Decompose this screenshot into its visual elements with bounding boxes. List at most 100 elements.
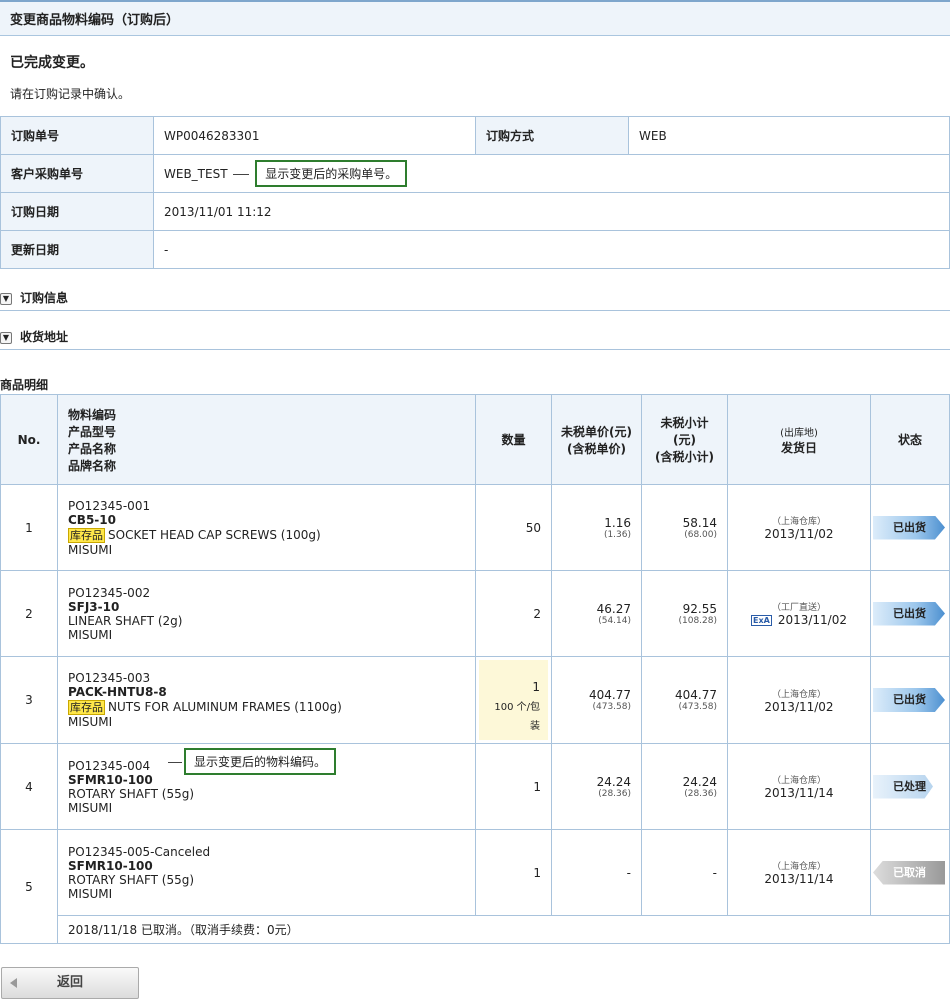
row-ship: （上海仓库） 2013/11/14 [727,829,871,916]
header-no: No. [0,394,58,485]
row-status: 已出货 [870,570,950,657]
row-ship: （上海仓库） 2013/11/02 [727,484,871,571]
brand-name: MISUMI [68,627,113,642]
product-model[interactable]: SFJ3-10 [68,600,465,614]
table-row: 2 PO12345-002 SFJ3-10 LINEAR SHAFT (2g) … [0,570,950,657]
subtotal-tax: (108.28) [678,615,717,626]
status-badge[interactable]: 已出货 [873,515,945,540]
unit-price-tax: (28.36) [598,788,631,799]
section-delivery-address[interactable]: ▼ 收货地址 [0,326,950,350]
brand-name: MISUMI [68,800,113,815]
status-badge[interactable]: 已取消 [873,860,945,885]
row-ship: （工厂直送） ExA 2013/11/02 [727,570,871,657]
back-button[interactable]: 返回 [1,967,139,999]
row-subtotal: 24.24 (28.36) [641,743,728,830]
callout-connector [168,762,182,763]
table-row: 4 PO12345-004 SFMR10-100 ROTARY SHAFT (5… [0,743,950,830]
row-status: 已出货 [870,484,950,571]
row-no: 1 [0,484,58,571]
product-model[interactable]: CB5-10 [68,513,465,527]
update-date-label: 更新日期 [0,230,154,269]
material-code[interactable]: PO12345-002 [68,586,465,600]
order-method-label: 订购方式 [475,116,629,155]
row-ship: （上海仓库） 2013/11/14 [727,743,871,830]
cancel-note: 2018/11/18 已取消。（取消手续费：0元） [57,915,950,944]
ship-date: 2013/11/02 [764,699,834,714]
header-item: 物料编码 产品型号 产品名称 品牌名称 [57,394,476,485]
ship-origin: （上海仓库） [771,776,826,786]
header-subtotal-tax: (含税小计) [655,450,714,464]
customer-po-label: 客户采购单号 [0,154,154,193]
triangle-down-icon[interactable]: ▼ [0,331,12,344]
material-callout-wrap: 显示变更后的物料编码。 [166,748,337,775]
row-item: PO12345-002 SFJ3-10 LINEAR SHAFT (2g) MI… [57,570,476,657]
ship-date: 2013/11/14 [764,872,834,886]
subtotal: 92.55 [682,601,717,616]
material-code-callout: 显示变更后的物料编码。 [184,748,337,775]
table-row: 5 PO12345-005-Canceled SFMR10-100 ROTARY… [0,829,950,944]
unit-price: 1.16 [604,515,631,530]
subtotal: 404.77 [675,688,717,702]
cancel-note-row: 2018/11/18 已取消。（取消手续费：0元） [1,915,950,944]
stock-badge: 库存品 [68,700,105,715]
row-subtotal: 92.55 (108.28) [641,570,728,657]
order-date-value: 2013/11/01 11:12 [153,192,950,231]
triangle-down-icon[interactable]: ▼ [0,292,12,305]
row-qty: 50 [475,484,552,571]
ship-date-line: ExA 2013/11/02 [738,613,860,627]
header-subtotal-label: 未税小计 [660,416,709,430]
back-button-label: 返回 [56,975,83,990]
header-ship: (出库地) 发货日 [727,394,871,485]
order-no-label: 订购单号 [0,116,154,155]
header-item-line: 品牌名称 [68,458,117,473]
ship-origin: （上海仓库） [771,862,826,872]
subtotal: 24.24 [682,774,717,789]
product-model[interactable]: PACK-HNTU8-8 [68,685,465,699]
material-code[interactable]: PO12345-003 [68,671,465,685]
unit-price: 46.27 [596,601,631,616]
header-item-line: 产品型号 [68,424,117,439]
header-unit-price-tax: (含税单价) [567,441,626,456]
header-unit-price: 未税单价(元) (含税单价) [551,394,642,485]
status-badge[interactable]: 已出货 [873,601,945,626]
row-status: 已处理 [870,743,950,830]
row-qty: 1 [475,743,552,830]
header-qty: 数量 [475,394,552,485]
customer-po-cell: WEB_TEST 显示变更后的采购单号。 [153,154,950,193]
product-model[interactable]: SFMR10-100 [68,859,465,873]
brand-name: MISUMI [68,542,113,557]
unit-price-tax: (1.36) [603,529,631,540]
material-code[interactable]: PO12345-005-Canceled [68,845,465,859]
subtotal: 58.14 [682,515,717,530]
row-qty: 1 100 个/包 装 [475,656,552,744]
row-status: 已取消 [870,829,950,916]
row-unit-price: 1.16 (1.36) [551,484,642,571]
row-item: PO12345-001 CB5-10 库存品 SOCKET HEAD CAP SC… [57,484,476,571]
row-item: PO12345-003 PACK-HNTU8-8 库存品 NUTS FOR ALU… [57,656,476,744]
row-no: 2 [0,570,58,657]
qty-pack-unit: 装 [530,721,540,732]
row-subtotal: 58.14 (68.00) [641,484,728,571]
express-icon: ExA [751,615,772,626]
qty-pack: 100 个/包 [494,702,540,713]
unit-price-tax: (473.58) [592,702,631,712]
brand-name: MISUMI [68,886,113,901]
header-item-line: 物料编码 [68,407,117,422]
unit-price-tax: (54.14) [598,615,631,626]
product-name-text: SOCKET HEAD CAP SCREWS (100g) [108,527,321,542]
ship-date: 2013/11/02 [777,613,847,627]
table-row: 1 PO12345-001 CB5-10 库存品 SOCKET HEAD CAP … [0,484,950,571]
section-order-info-label: 订购信息 [20,291,69,305]
page-title: 变更商品物料编码（订购后） [0,0,950,36]
row-subtotal: 404.77 (473.58) [641,656,728,744]
goods-title: 商品明细 [0,378,49,392]
status-badge[interactable]: 已出货 [873,688,945,712]
status-badge[interactable]: 已处理 [873,774,933,799]
material-code[interactable]: PO12345-001 [68,499,465,513]
row-ship: （上海仓库） 2013/11/02 [727,656,871,744]
ship-date: 2013/11/14 [764,786,834,800]
row-status: 已出货 [870,656,950,744]
section-order-info[interactable]: ▼ 订购信息 [0,287,950,311]
row-subtotal: - [641,829,728,916]
header-subtotal: 未税小计 (元) (含税小计) [641,394,728,485]
